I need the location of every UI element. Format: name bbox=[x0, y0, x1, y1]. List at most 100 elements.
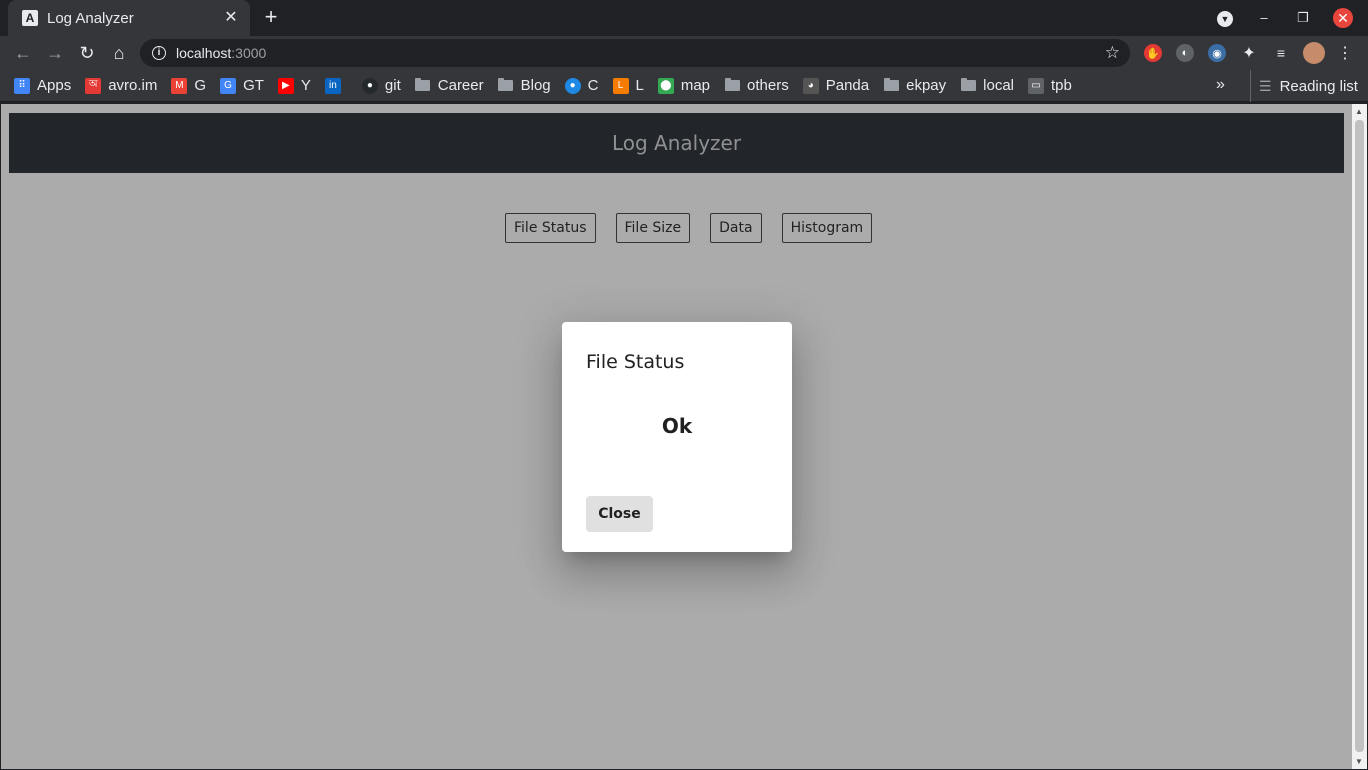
reload-icon[interactable]: ↻ bbox=[75, 41, 99, 65]
back-arrow-icon[interactable]: ← bbox=[11, 41, 35, 65]
bookmark-blog[interactable]: Blog bbox=[498, 77, 551, 94]
site-info-icon[interactable]: i bbox=[152, 46, 166, 60]
home-icon[interactable]: ⌂ bbox=[107, 41, 131, 65]
bookmark-others[interactable]: others bbox=[724, 77, 789, 94]
url-host: localhost bbox=[176, 45, 232, 61]
browser-menu-icon[interactable]: ⋮ bbox=[1336, 44, 1354, 62]
bookmark-label: Y bbox=[300, 77, 311, 94]
scroll-down-arrow-icon[interactable]: ▼ bbox=[1355, 757, 1363, 766]
dialog-title: File Status bbox=[586, 351, 685, 373]
google-maps-icon: ⬤ bbox=[657, 77, 674, 94]
extensions-puzzle-icon[interactable]: ✦ bbox=[1240, 44, 1258, 62]
bookmark-gt[interactable]: G GT bbox=[220, 77, 264, 94]
folder-icon bbox=[724, 78, 740, 94]
bookmark-label: map bbox=[680, 77, 711, 94]
bookmark-y[interactable]: ▶ Y bbox=[277, 77, 311, 94]
profile-avatar[interactable] bbox=[1303, 42, 1325, 64]
folder-icon bbox=[415, 78, 431, 94]
bookmark-label: git bbox=[384, 77, 401, 94]
extension-2-icon[interactable]: ◐ bbox=[1176, 44, 1194, 62]
bookmark-label: L bbox=[635, 77, 644, 94]
google-translate-icon: G bbox=[220, 77, 237, 94]
bookmark-g[interactable]: MG bbox=[171, 77, 206, 94]
browser-toolbar: ← → ↻ ⌂ i localhost :3000 ☆ ✋ ◐ ◉ ✦ ≡ ⋮ bbox=[0, 36, 1368, 70]
c-site-icon: ● bbox=[564, 77, 581, 94]
forward-arrow-icon[interactable]: → bbox=[43, 41, 67, 65]
bookmark-label: local bbox=[983, 77, 1014, 94]
bookmark-label: Apps bbox=[37, 77, 72, 94]
tab-search-icon[interactable]: ▼ bbox=[1215, 8, 1235, 28]
bookmark-label: avro.im bbox=[108, 77, 158, 94]
bookmark-label: ekpay bbox=[906, 77, 947, 94]
bookmark-panda[interactable]: ◕ Panda bbox=[802, 77, 870, 94]
bookmark-label: others bbox=[747, 77, 789, 94]
folder-icon bbox=[960, 78, 976, 94]
address-bar[interactable]: i localhost :3000 ☆ bbox=[140, 39, 1130, 67]
bookmarks-overflow-chevron-icon[interactable]: » bbox=[1216, 76, 1225, 94]
bookmark-label: Panda bbox=[825, 77, 870, 94]
avro-icon: অ bbox=[85, 77, 102, 94]
bookmark-avro-im[interactable]: অ avro.im bbox=[85, 77, 157, 94]
folder-icon bbox=[883, 78, 899, 94]
reading-list-icon: ☰ bbox=[1259, 77, 1272, 94]
folder-icon bbox=[498, 78, 514, 94]
dialog-content: Ok bbox=[661, 414, 693, 438]
nav-button-group: File Status File Size Data Histogram bbox=[505, 213, 892, 243]
file-status-button[interactable]: File Status bbox=[505, 213, 596, 243]
bookmark-career[interactable]: Career bbox=[415, 77, 484, 94]
new-tab-plus-icon[interactable]: + bbox=[260, 6, 282, 28]
gmail-icon: M bbox=[171, 77, 188, 94]
leetcode-icon: L bbox=[612, 77, 629, 94]
bookmark-label: GT bbox=[243, 77, 264, 94]
page-viewport: Log Analyzer File Status File Size Data … bbox=[1, 104, 1352, 769]
panda-icon: ◕ bbox=[802, 77, 819, 94]
histogram-button[interactable]: Histogram bbox=[781, 213, 873, 243]
angular-favicon-icon: A bbox=[22, 10, 38, 26]
tab-log-analyzer[interactable]: A Log Analyzer ✕ bbox=[8, 0, 250, 36]
window-close-icon[interactable]: ✕ bbox=[1333, 8, 1353, 28]
github-icon: ● bbox=[361, 77, 378, 94]
url-port: :3000 bbox=[231, 45, 267, 61]
data-button[interactable]: Data bbox=[710, 213, 762, 243]
tab-title: Log Analyzer bbox=[47, 9, 134, 27]
bookmark-ekpay[interactable]: ekpay bbox=[883, 77, 946, 94]
bookmark-linkedin[interactable]: in bbox=[324, 77, 348, 94]
tab-strip: A Log Analyzer ✕ + ▼ – ❐ ✕ bbox=[0, 0, 1368, 36]
bookmarks-bar: ⠿ Apps অ avro.im M G G GT ▶ Yin ● git Career Blog ● C L L… bbox=[0, 70, 1368, 102]
bookmark-map[interactable]: ⬤ map bbox=[657, 77, 711, 94]
restore-icon[interactable]: ❐ bbox=[1293, 8, 1313, 28]
linkedin-icon: in bbox=[324, 77, 341, 94]
scroll-thumb[interactable] bbox=[1355, 120, 1364, 752]
tab-close-icon[interactable]: ✕ bbox=[222, 9, 240, 27]
bookmark-l[interactable]: LL bbox=[612, 77, 644, 94]
bookmark-local[interactable]: local bbox=[960, 77, 1014, 94]
bookmark-label: Career bbox=[437, 77, 484, 94]
app-header: Log Analyzer bbox=[9, 113, 1344, 173]
app-title: Log Analyzer bbox=[611, 131, 742, 155]
tpb-icon: ▭ bbox=[1028, 77, 1044, 94]
minimize-icon[interactable]: – bbox=[1254, 8, 1274, 28]
youtube-icon: ▶ bbox=[277, 77, 294, 94]
apps-grid-icon: ⠿ bbox=[14, 77, 30, 94]
vertical-scrollbar[interactable]: ▲ ▼ bbox=[1352, 104, 1367, 769]
file-status-dialog: File Status Ok Close bbox=[562, 322, 792, 552]
bookmark-label: G bbox=[194, 77, 207, 94]
reading-list-button[interactable]: ☰ Reading list bbox=[1250, 70, 1358, 102]
bookmark-c[interactable]: ● C bbox=[564, 77, 599, 94]
bookmark-apps[interactable]: ⠿ Apps bbox=[14, 77, 71, 94]
scroll-up-arrow-icon[interactable]: ▲ bbox=[1355, 107, 1363, 116]
close-button[interactable]: Close bbox=[586, 496, 653, 532]
dialog-actions: Close bbox=[586, 496, 653, 532]
media-queue-icon[interactable]: ≡ bbox=[1272, 44, 1290, 62]
adblock-extension-icon[interactable]: ✋ bbox=[1144, 44, 1162, 62]
bookmark-star-icon[interactable]: ☆ bbox=[1105, 43, 1120, 63]
bookmark-label: Blog bbox=[520, 77, 551, 94]
bookmark-tpb[interactable]: ▭ tpb bbox=[1028, 77, 1072, 94]
reading-list-label: Reading list bbox=[1279, 77, 1358, 95]
browser-window: A Log Analyzer ✕ + ▼ – ❐ ✕ ← → ↻ ⌂ i loc… bbox=[0, 0, 1368, 770]
extension-3-icon[interactable]: ◉ bbox=[1208, 44, 1226, 62]
bookmark-label: C bbox=[587, 77, 599, 94]
bookmark-label: tpb bbox=[1051, 77, 1072, 94]
bookmark-git[interactable]: ● git bbox=[361, 77, 401, 94]
file-size-button[interactable]: File Size bbox=[615, 213, 691, 243]
